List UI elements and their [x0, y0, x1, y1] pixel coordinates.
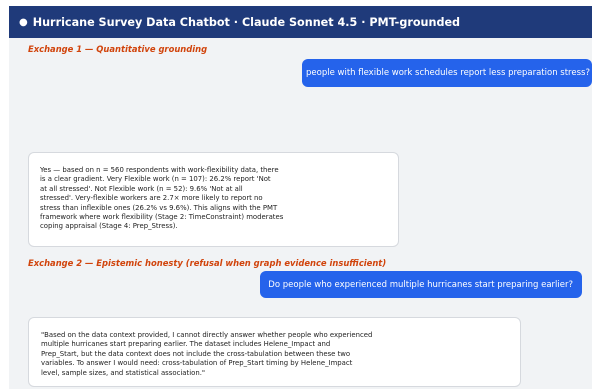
response-line: stressed'. Very-flexible workers are 2.7… [40, 194, 263, 203]
bot-response-1: Yes — based on n = 560 respondents with … [28, 152, 399, 247]
response-line: framework where work flexibility (Stage … [40, 213, 284, 222]
exchange-2-label: Exchange 2 — Epistemic honesty (refusal … [28, 258, 387, 268]
response-line: stress than inflexible ones (26.2% vs 9.… [40, 203, 278, 212]
response-line: is a clear gradient. Very Flexible work … [40, 175, 271, 184]
response-line: level, sample sizes, and statistical ass… [41, 368, 206, 377]
response-line: Yes — based on n = 560 respondents with … [40, 166, 279, 174]
response-line: at all stressed'. Not Flexible work (n =… [40, 184, 243, 193]
chat-title: Hurricane Survey Data Chatbot · Claude S… [32, 15, 461, 29]
response-line: coping appraisal (Stage 4: Prep_Stress). [40, 222, 178, 231]
chat-header: ● Hurricane Survey Data Chatbot · Claude… [9, 6, 592, 38]
response-line: "Based on the data context provided, I c… [41, 331, 373, 339]
bot-response-2: "Based on the data context provided, I c… [28, 317, 521, 387]
user-message-2: Do people who experienced multiple hurri… [260, 271, 582, 298]
exchange-1-label: Exchange 1 — Quantitative grounding [28, 44, 208, 54]
status-dot-icon: ● [19, 16, 28, 28]
response-line: Prep_Start, but the data context does no… [41, 349, 351, 358]
response-line: variables. To answer I would need: cross… [41, 359, 353, 368]
response-line: multiple hurricanes start preparing earl… [41, 340, 331, 349]
user-message-1: people with flexible work schedules repo… [302, 59, 592, 87]
